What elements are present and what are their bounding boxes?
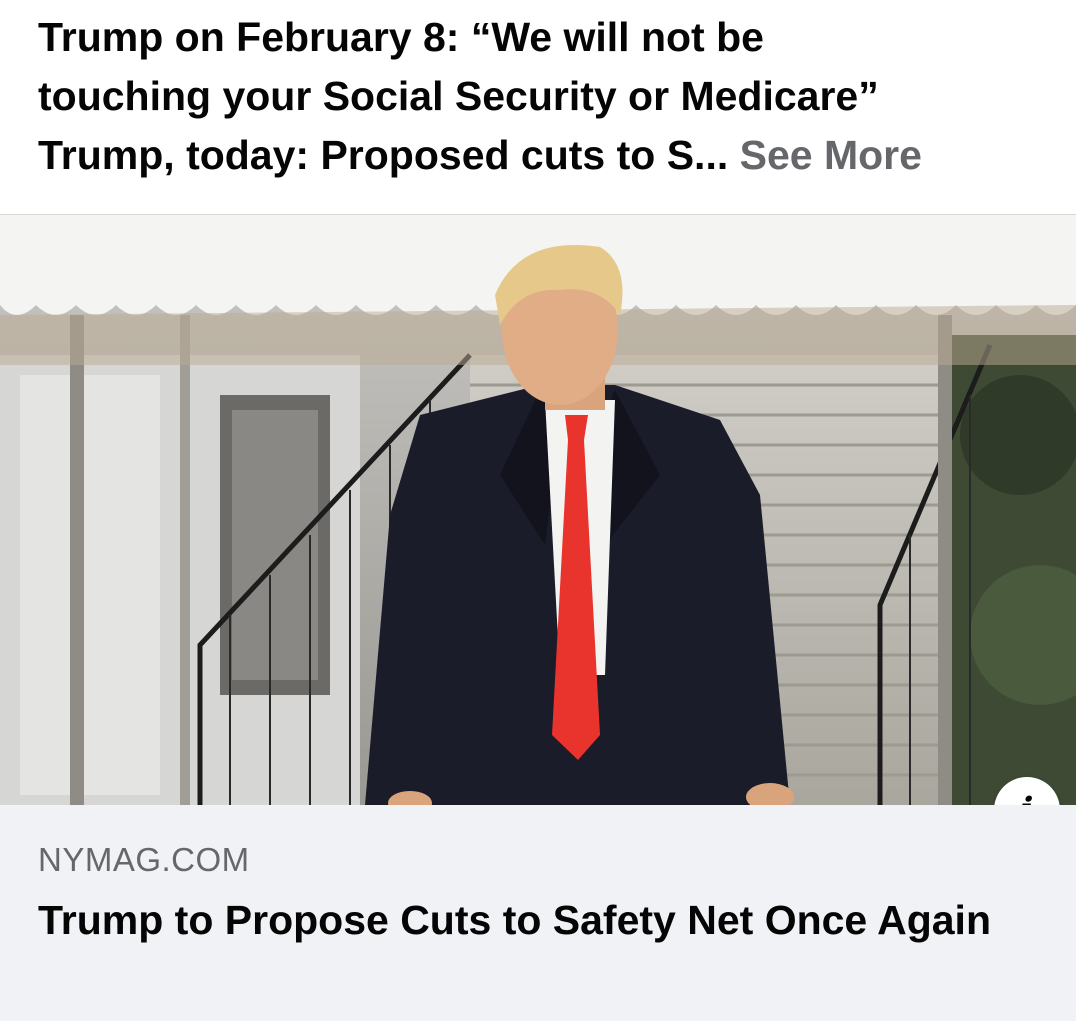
link-preview-image[interactable]: [0, 215, 1076, 805]
post-text: Trump on February 8: “We will not be tou…: [38, 8, 1076, 185]
facebook-post: Trump on February 8: “We will not be tou…: [0, 0, 1076, 1021]
preview-photo: [0, 215, 1076, 805]
post-text-line-1: Trump on February 8: “We will not be: [38, 14, 764, 60]
link-preview-meta[interactable]: NYMAG.COM Trump to Propose Cuts to Safet…: [0, 805, 1076, 1021]
link-title[interactable]: Trump to Propose Cuts to Safety Net Once…: [38, 893, 1076, 948]
link-preview-card[interactable]: i NYMAG.COM Trump to Propose Cuts to Saf…: [0, 214, 1076, 1021]
see-more-link[interactable]: See More: [740, 132, 922, 178]
post-text-line-3: Trump, today: Proposed cuts to S... See …: [38, 126, 1076, 185]
post-text-line-3-content: Trump, today: Proposed cuts to S...: [38, 132, 740, 178]
post-text-line-2: touching your Social Security or Medicar…: [38, 73, 879, 119]
link-domain: NYMAG.COM: [38, 841, 250, 878]
